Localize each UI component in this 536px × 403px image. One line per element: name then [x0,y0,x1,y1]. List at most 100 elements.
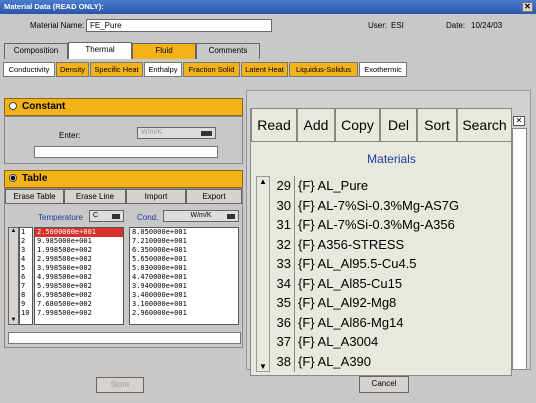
constant-header[interactable]: Constant [4,98,243,116]
cond-cell[interactable]: 5.650000e+001 [130,255,238,264]
chevron-down-icon [201,131,212,136]
chevron-down-icon [112,214,120,219]
subtab-fraction-solid[interactable]: Fraction Solid [183,62,240,77]
cond-cell[interactable]: 2.960000e+001 [130,309,238,318]
temperature-cell[interactable]: 2.998500e+002 [35,255,123,264]
cond-cell[interactable]: 7.210000e+001 [130,237,238,246]
row-number: 2 [21,237,26,245]
material-number: 32 [276,236,291,252]
material-item[interactable]: {F} AL_Al86-Mg14 [298,313,512,333]
material-item[interactable]: {F} AL-7%Si-0.3%Mg-AS7G [298,196,512,216]
scroll-down-icon[interactable]: ▼ [9,317,18,324]
temperature-cell[interactable]: 2.5000000e+001 [35,228,123,237]
material-item[interactable]: {F} AL_A3004 [298,332,512,352]
cond-label: Cond. [137,213,159,222]
store-button[interactable]: Store [96,377,144,393]
temperature-cell[interactable]: 5.998500e+002 [35,282,123,291]
erase-line-button[interactable]: Erase Line [64,189,126,204]
subtab-conductivity[interactable]: Conductivity [3,62,55,77]
cond-cell[interactable]: 6.350000e+001 [130,246,238,255]
cond-cell[interactable]: 4.470000e+001 [130,273,238,282]
row-number: 6 [21,273,26,281]
materials-title: Materials [367,152,416,166]
tab-comments[interactable]: Comments [196,43,260,59]
material-item[interactable]: {F} AL-7%Si-0.3%Mg-A356 [298,215,512,235]
right-scroll-stub [512,128,527,370]
copy-button[interactable]: Copy [335,108,380,142]
temperature-cell[interactable]: 3.998500e+002 [35,264,123,273]
table-status-field[interactable] [8,332,241,344]
subtab-liquidus-solidus[interactable]: Liquidus-Solidus [289,62,358,77]
add-button[interactable]: Add [297,108,335,142]
table-title: Table [22,173,48,184]
tab-fluid[interactable]: Fluid [132,43,196,59]
subtab-enthalpy[interactable]: Enthalpy [144,62,182,77]
constant-value-field[interactable] [34,146,218,158]
row-number: 7 [21,282,26,290]
cond-cell[interactable]: 3.400000e+001 [130,291,238,300]
material-item[interactable]: {F} A356-STRESS [298,235,512,255]
material-number: 35 [276,295,291,310]
subtab-density[interactable]: Density [56,62,89,77]
temperature-unit-value: C [93,212,99,219]
material-number: 30 [276,197,291,213]
del-button[interactable]: Del [380,108,417,142]
read-button[interactable]: Read [251,108,297,142]
date-label: Date: [446,21,466,30]
subtab-exothermic[interactable]: Exothermic [359,62,407,77]
tab-composition[interactable]: Composition [4,43,68,59]
table-radio[interactable] [9,174,17,183]
materials-number-column: 29 30 31 32 33 34 35 36 37 38 [271,176,295,372]
cond-cell[interactable]: 5.030000e+001 [130,264,238,273]
scroll-up-icon[interactable]: ▲ [9,228,18,235]
constant-radio[interactable] [9,102,17,111]
cond-unit-value: W/m/K [190,212,212,219]
material-number: 36 [276,314,291,330]
material-item[interactable]: {F} AL_Al95.5-Cu4.5 [298,254,512,274]
material-name-field[interactable]: FE_Pure [86,19,272,32]
row-number: 5 [21,264,26,272]
cond-unit-select[interactable]: W/m/K [163,210,239,222]
temperature-label: Temperature [38,213,83,222]
subtab-latent-heat[interactable]: Latent Heat [241,62,288,77]
materials-list: {F} AL_Pure {F} AL-7%Si-0.3%Mg-AS7G {F} AL… [298,176,512,372]
subtab-specific-heat[interactable]: Specific Heat [90,62,143,77]
constant-unit-select[interactable]: W/m/K [137,127,216,139]
material-item[interactable]: {F} AL_Al92-Mg8 [298,293,512,313]
enter-label: Enter: [59,131,81,140]
material-item[interactable]: {F} AL_Pure [298,176,512,196]
material-number: 34 [276,275,291,291]
window-title: Material Data (READ ONLY): [4,2,104,11]
constant-unit-value: W/m/K [141,129,162,136]
temperature-cell[interactable]: 1.998500e+002 [35,246,123,255]
user-label: User: [368,21,388,30]
temperature-cell[interactable]: 4.998500e+002 [35,273,123,282]
scroll-down-icon[interactable]: ▼ [257,362,269,371]
cond-cell[interactable]: 3.940000e+001 [130,282,238,291]
search-button[interactable]: Search [457,108,512,142]
scroll-up-icon[interactable]: ▲ [257,177,269,186]
table-header[interactable]: Table [4,170,243,188]
temperature-cell[interactable]: 6.998500e+002 [35,291,123,300]
temperature-cell[interactable]: 7.680500e+002 [35,300,123,309]
window-titlebar: Material Data (READ ONLY): [0,0,536,14]
import-button[interactable]: Import [126,189,186,204]
temperature-cell[interactable]: 9.985000e+001 [35,237,123,246]
export-button[interactable]: Export [186,189,242,204]
erase-table-button[interactable]: Erase Table [5,189,64,204]
temperature-cell[interactable]: 7.998500e+002 [35,309,123,318]
material-item[interactable]: {F} AL_A390 [298,352,512,372]
temperature-unit-select[interactable]: C [89,210,124,222]
cond-cell[interactable]: 8.050000e+001 [130,228,238,237]
close-icon[interactable]: ✕ [522,2,533,12]
cond-cell[interactable]: 3.100000e+001 [130,300,238,309]
material-number: 38 [276,353,291,369]
tab-thermal[interactable]: Thermal [68,42,132,59]
row-number: 3 [21,246,26,254]
material-item[interactable]: {F} AL_Al85-Cu15 [298,274,512,294]
materials-scrollbar[interactable]: ▲ ▼ [256,176,270,372]
sort-button[interactable]: Sort [417,108,457,142]
close-icon-secondary[interactable]: ✕ [513,116,525,126]
table-scrollbar[interactable]: ▲ ▼ [8,227,19,325]
cancel-button[interactable]: Cancel [359,376,409,393]
